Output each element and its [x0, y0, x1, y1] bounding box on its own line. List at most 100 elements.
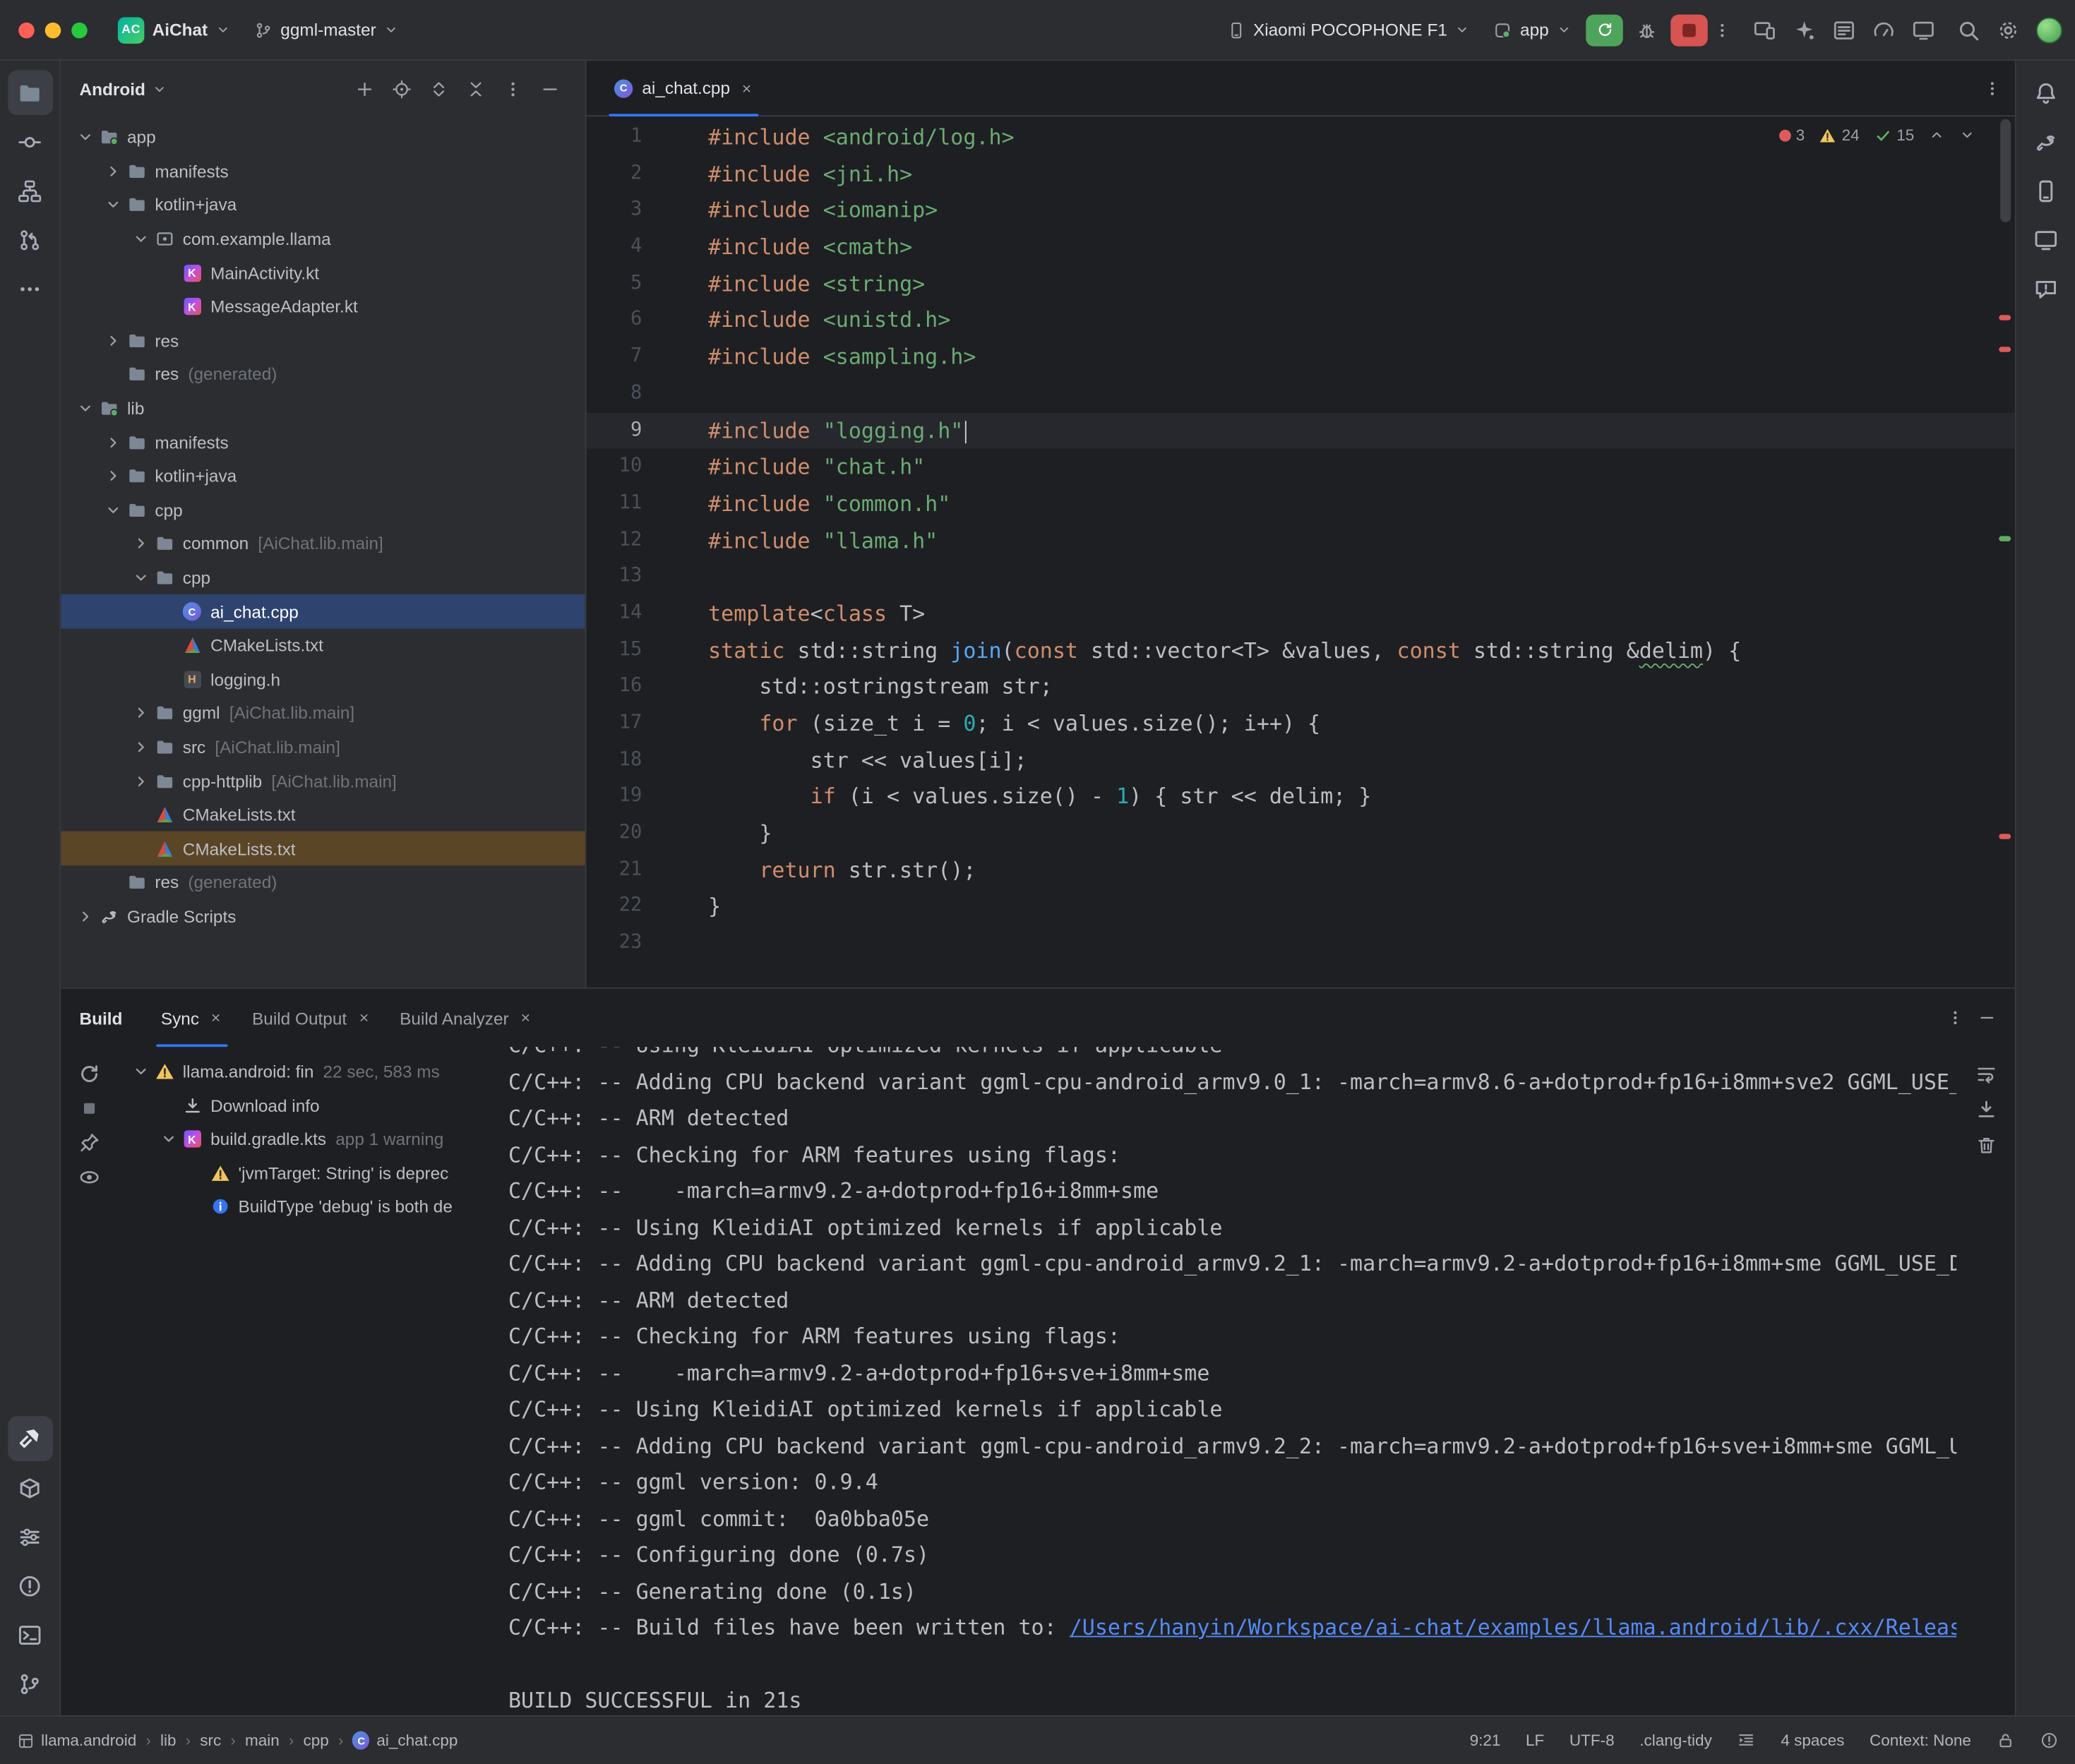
running-devices-icon[interactable]: [1912, 18, 1936, 42]
gradle-tool-button[interactable]: [2023, 119, 2069, 164]
app-quality-insights-tool-button[interactable]: [2023, 266, 2069, 311]
chevron-down-icon[interactable]: [74, 398, 97, 419]
tree-row[interactable]: common[AiChat.lib.main]: [61, 527, 585, 560]
tree-row[interactable]: manifests: [61, 155, 585, 188]
breadcrumb-item[interactable]: Cai_chat.cpp: [353, 1732, 458, 1750]
editor-scrollbar-thumb[interactable]: [2000, 119, 2011, 222]
tree-row[interactable]: llama.android: fin22 sec, 583 ms: [116, 1055, 503, 1088]
chevron-right-icon[interactable]: [102, 466, 124, 487]
tree-row[interactable]: CMakeLists.txt: [61, 832, 585, 865]
error-stripe[interactable]: [1995, 116, 2015, 988]
collapse-all-button[interactable]: [460, 72, 493, 105]
tree-row[interactable]: CMakeLists.txt: [61, 798, 585, 832]
chevron-right-icon[interactable]: [130, 702, 153, 724]
structure-tool-button[interactable]: [7, 168, 52, 213]
project-tool-button[interactable]: [7, 70, 52, 115]
chevron-down-icon[interactable]: [130, 1061, 153, 1082]
close-tab-icon[interactable]: [739, 81, 753, 95]
commit-tool-button[interactable]: [7, 119, 52, 164]
tree-row[interactable]: lib: [61, 392, 585, 426]
tree-row[interactable]: Download info: [116, 1088, 503, 1122]
tree-row[interactable]: app: [61, 121, 585, 155]
tree-row[interactable]: cpp: [61, 560, 585, 594]
clang-tidy-widget[interactable]: .clang-tidy: [1639, 1732, 1712, 1750]
build-tab-sync[interactable]: Sync: [146, 989, 237, 1048]
chevron-right-icon[interactable]: [102, 161, 124, 182]
terminal-tool-button[interactable]: [7, 1612, 52, 1657]
chevron-down-icon[interactable]: [74, 127, 97, 148]
console-link[interactable]: /Users/hanyin/Workspace/ai-chat/examples…: [1070, 1615, 1957, 1640]
running-devices-tool-button[interactable]: [2023, 217, 2069, 263]
close-tab-icon[interactable]: [357, 1012, 371, 1025]
tree-row[interactable]: Gradle Scripts: [61, 899, 585, 933]
device-selector[interactable]: Xiaomi POCOPHONE F1: [1217, 15, 1479, 45]
indent-icon[interactable]: [1737, 1732, 1755, 1750]
tree-row[interactable]: kotlin+java: [61, 460, 585, 493]
status-problems-icon[interactable]: [2040, 1732, 2058, 1750]
breadcrumb-item[interactable]: lib: [160, 1732, 177, 1750]
branch-widget[interactable]: ggml-master: [245, 15, 408, 45]
more-tool-windows-button[interactable]: [7, 266, 52, 311]
project-tree[interactable]: appmanifestskotlin+javacom.example.llama…: [61, 116, 585, 988]
more-actions-button[interactable]: [1713, 20, 1731, 39]
line-separator-widget[interactable]: LF: [1526, 1732, 1544, 1750]
encoding-widget[interactable]: UTF-8: [1569, 1732, 1615, 1750]
add-button[interactable]: [348, 72, 381, 105]
inspections-widget[interactable]: 3 24 15: [1778, 126, 1975, 144]
filter-eye-icon[interactable]: [78, 1166, 100, 1189]
pin-icon[interactable]: [78, 1132, 100, 1154]
chevron-right-icon[interactable]: [130, 736, 153, 757]
indent-widget[interactable]: 4 spaces: [1781, 1732, 1844, 1750]
code-area[interactable]: 1#include <android/log.h>2#include <jni.…: [587, 116, 2015, 988]
search-everywhere-icon[interactable]: [1956, 18, 1980, 42]
tree-row[interactable]: KMainActivity.kt: [61, 256, 585, 290]
build-options-button[interactable]: [1946, 1009, 1964, 1027]
next-issue-button[interactable]: [1959, 127, 1975, 143]
chevron-right-icon[interactable]: [74, 906, 97, 927]
editor-options-button[interactable]: [1983, 79, 2002, 97]
passed-count-badge[interactable]: 15: [1874, 126, 1914, 144]
rerun-sync-icon[interactable]: [78, 1063, 100, 1086]
tree-row[interactable]: kotlin+java: [61, 188, 585, 222]
hide-build-panel-button[interactable]: [1978, 1009, 1996, 1027]
chevron-down-icon[interactable]: [130, 567, 153, 588]
pull-requests-tool-button[interactable]: [7, 217, 52, 263]
close-tab-icon[interactable]: [520, 1012, 533, 1025]
previous-issue-button[interactable]: [1929, 127, 1945, 143]
tree-row[interactable]: Kbuild.gradle.ktsapp 1 warning: [116, 1122, 503, 1156]
locate-file-button[interactable]: [385, 72, 419, 105]
close-tab-icon[interactable]: [210, 1012, 223, 1025]
clear-all-icon[interactable]: [1975, 1134, 1997, 1157]
chevron-right-icon[interactable]: [102, 330, 124, 352]
build-tab-build-output[interactable]: Build Output: [237, 989, 385, 1048]
tree-row[interactable]: Cai_chat.cpp: [61, 594, 585, 628]
editor-tab[interactable]: C ai_chat.cpp: [599, 61, 767, 115]
tree-row[interactable]: src[AiChat.lib.main]: [61, 730, 585, 764]
profile-avatar[interactable]: [2036, 16, 2063, 43]
caret-position[interactable]: 9:21: [1470, 1732, 1501, 1750]
expand-all-button[interactable]: [422, 72, 455, 105]
dependencies-tool-button[interactable]: [7, 1465, 52, 1511]
scroll-to-end-icon[interactable]: [1975, 1098, 1997, 1121]
error-count-badge[interactable]: 3: [1778, 126, 1805, 144]
tree-row[interactable]: res(generated): [61, 358, 585, 392]
breadcrumb-item[interactable]: src: [200, 1732, 221, 1750]
stop-button[interactable]: [1670, 14, 1708, 46]
profiler-icon[interactable]: [1872, 18, 1896, 42]
panel-options-button[interactable]: [496, 72, 530, 105]
minimize-window-button[interactable]: [45, 22, 61, 38]
tree-row[interactable]: CMakeLists.txt: [61, 628, 585, 662]
resolve-context-widget[interactable]: Context: None: [1870, 1732, 1971, 1750]
device-mirroring-icon[interactable]: [1753, 18, 1777, 42]
chevron-down-icon[interactable]: [102, 195, 124, 216]
run-config-selector[interactable]: app: [1484, 15, 1580, 45]
tree-row[interactable]: Hlogging.h: [61, 662, 585, 696]
project-view-selector[interactable]: Android: [80, 79, 145, 99]
tree-row[interactable]: res: [61, 324, 585, 358]
breadcrumb-item[interactable]: llama.android: [17, 1732, 136, 1750]
stop-sync-icon[interactable]: [78, 1097, 100, 1120]
tree-row[interactable]: 'jvmTarget: String' is deprec: [116, 1156, 503, 1190]
notifications-tool-button[interactable]: [2023, 70, 2069, 115]
chevron-down-icon[interactable]: [130, 229, 153, 250]
tree-row[interactable]: res(generated): [61, 865, 585, 899]
